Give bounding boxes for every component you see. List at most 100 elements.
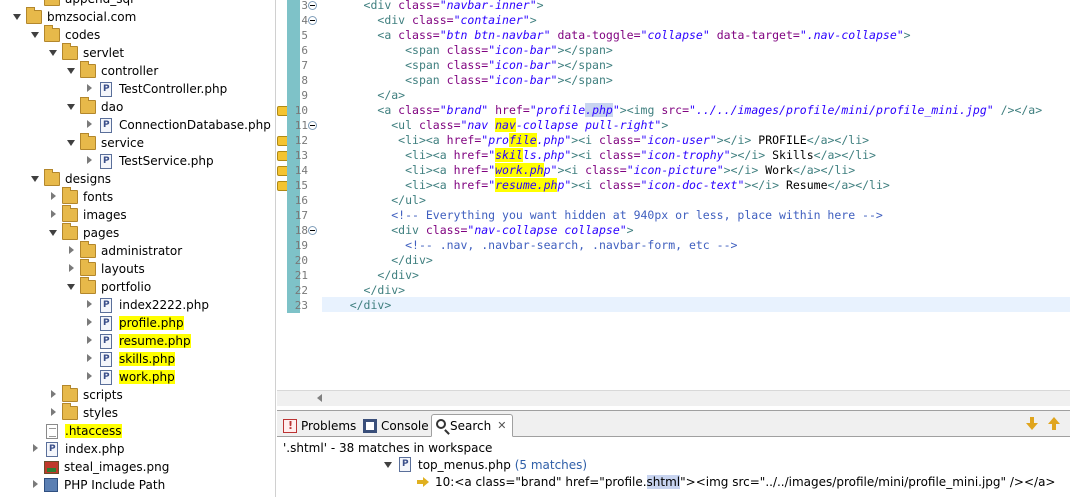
tab-search[interactable]: Search ✕ <box>431 414 514 437</box>
code-line[interactable]: 13 <li><a href="skills.php"><i class="ic… <box>277 148 1070 163</box>
code-line[interactable]: 12 <li><a href="profile.php"><i class="i… <box>277 133 1070 148</box>
tree-item[interactable]: service <box>66 133 144 152</box>
tree-item[interactable]: profile.php <box>84 314 184 332</box>
code-line[interactable]: 10 <a class="brand" href="profile.php"><… <box>277 103 1070 118</box>
code-line[interactable]: 7 <span class="icon-bar"></span> <box>277 58 1070 73</box>
code-line[interactable]: 16 </ul> <box>277 193 1070 208</box>
tree-item[interactable]: resume.php <box>84 332 191 350</box>
tree-item[interactable]: bmzsocial.com <box>12 7 136 26</box>
tree-item-label: portfolio <box>101 280 152 294</box>
expand-toggle-icon[interactable] <box>84 335 94 347</box>
tree-item[interactable]: images <box>48 205 127 224</box>
collapse-toggle-icon[interactable] <box>48 47 58 59</box>
scroll-left-arrow-icon[interactable] <box>317 394 322 402</box>
tree-item[interactable]: index2222.php <box>84 296 209 314</box>
tree-item[interactable]: designs <box>30 169 111 188</box>
close-icon[interactable]: ✕ <box>497 419 506 432</box>
tree-item[interactable]: index.php <box>30 440 124 458</box>
tree-item[interactable]: dao <box>66 97 123 116</box>
fold-toggle-icon[interactable] <box>308 226 317 235</box>
tree-item[interactable]: TestService.php <box>84 152 214 170</box>
fold-toggle-icon[interactable] <box>308 1 317 10</box>
fold-toggle-icon[interactable] <box>308 121 317 130</box>
collapse-toggle-icon[interactable] <box>66 137 76 149</box>
code-line[interactable]: 9 </a> <box>277 88 1070 103</box>
code-line[interactable]: 6 <span class="icon-bar"></span> <box>277 43 1070 58</box>
expand-toggle-icon[interactable] <box>84 299 94 311</box>
tree-item[interactable]: work.php <box>84 368 175 386</box>
tree-item[interactable]: PHP Include Path <box>30 476 165 494</box>
expand-toggle-icon[interactable] <box>84 155 94 167</box>
code-line[interactable]: 23 </div> <box>277 298 1070 313</box>
code-line[interactable]: 11 <ul class="nav nav-collapse pull-righ… <box>277 118 1070 133</box>
collapse-toggle-icon[interactable] <box>30 29 40 41</box>
tree-item[interactable]: append_sql <box>30 0 133 8</box>
tree-item[interactable]: skills.php <box>84 350 176 368</box>
tree-item[interactable]: pages <box>48 223 119 242</box>
tree-item[interactable]: scripts <box>48 385 123 404</box>
code-line[interactable]: 19 <!-- .nav, .navbar-search, .navbar-fo… <box>277 238 1070 253</box>
search-result-file[interactable]: top_menus.php (5 matches) <box>383 457 587 472</box>
tree-item[interactable]: .htaccess <box>30 422 122 440</box>
tree-item[interactable]: TestController.php <box>84 80 227 98</box>
collapse-toggle-icon[interactable] <box>30 173 40 185</box>
expand-toggle-icon[interactable] <box>48 209 58 221</box>
editor-horizontal-scrollbar[interactable] <box>277 390 1070 406</box>
tree-item[interactable]: codes <box>30 25 100 44</box>
tree-item[interactable]: administrator <box>66 241 182 260</box>
tree-item-label: images <box>83 208 127 222</box>
code-token: <a <box>377 28 399 42</box>
tree-item-label: skills.php <box>119 352 176 366</box>
code-token: <div <box>391 223 426 237</box>
tab-problems[interactable]: Problems <box>279 414 362 437</box>
expand-toggle-icon[interactable] <box>48 191 58 203</box>
tree-item[interactable]: ConnectionDatabase.php <box>84 116 271 134</box>
code-line[interactable]: 15 <li><a href="resume.php"><i class="ic… <box>277 178 1070 193</box>
expand-toggle-icon[interactable] <box>84 371 94 383</box>
expand-toggle-icon[interactable] <box>30 479 40 491</box>
code-line[interactable]: 8 <span class="icon-bar"></span> <box>277 73 1070 88</box>
code-line[interactable]: 5 <a class="btn btn-navbar" data-toggle=… <box>277 28 1070 43</box>
fold-toggle-icon[interactable] <box>308 16 317 25</box>
expand-toggle-icon[interactable] <box>48 389 58 401</box>
code-line[interactable]: 17 <!-- Everything you want hidden at 94… <box>277 208 1070 223</box>
code-line[interactable]: 14 <li><a href="work.php"><i class="icon… <box>277 163 1070 178</box>
code-line[interactable]: 21 </div> <box>277 268 1070 283</box>
expand-toggle-icon[interactable] <box>30 443 40 455</box>
code-line[interactable]: 20 </div> <box>277 253 1070 268</box>
code-line[interactable]: 3 <div class="navbar-inner"> <box>277 0 1070 13</box>
collapse-toggle-icon[interactable] <box>66 101 76 113</box>
tab-console[interactable]: Console <box>359 414 435 437</box>
tree-item[interactable]: steal_images.png <box>30 458 169 476</box>
expand-toggle-icon[interactable] <box>48 407 58 419</box>
expand-toggle-icon[interactable] <box>66 263 76 275</box>
expand-toggle-icon[interactable] <box>84 83 94 95</box>
code-line[interactable]: 18 <div class="nav-collapse collapse"> <box>277 223 1070 238</box>
collapse-toggle-icon[interactable] <box>66 281 76 293</box>
code-editor[interactable]: 3 <div class="navbar-inner"> 4 <div class… <box>277 0 1070 406</box>
search-result-line[interactable]: 10: <a class="brand" href="profile. shtm… <box>417 475 1055 489</box>
expand-toggle-icon[interactable] <box>84 353 94 365</box>
tree-item[interactable]: styles <box>48 403 118 422</box>
expand-toggle-icon[interactable] <box>84 119 94 131</box>
tree-item[interactable]: layouts <box>66 259 145 278</box>
expand-toggle-icon[interactable] <box>383 459 393 471</box>
expand-toggle-icon[interactable] <box>66 245 76 257</box>
tree-item[interactable]: servlet <box>48 43 124 62</box>
collapse-toggle-icon[interactable] <box>12 11 22 23</box>
tree-item[interactable]: portfolio <box>66 277 152 296</box>
previous-match-arrow-icon[interactable] <box>1047 417 1061 431</box>
next-match-arrow-icon[interactable] <box>1025 417 1039 431</box>
code-token: "icon-picture" <box>626 163 724 177</box>
tree-item[interactable]: fonts <box>48 187 113 206</box>
line-number: 18 <box>294 224 308 237</box>
tree-item[interactable]: controller <box>66 61 158 80</box>
collapse-toggle-icon[interactable] <box>66 65 76 77</box>
code-line[interactable]: 4 <div class="container"> <box>277 13 1070 28</box>
expand-toggle-icon[interactable] <box>84 317 94 329</box>
code-line[interactable]: 22 </div> <box>277 283 1070 298</box>
expand-toggle-icon <box>30 425 40 437</box>
collapse-toggle-icon[interactable] <box>48 227 58 239</box>
